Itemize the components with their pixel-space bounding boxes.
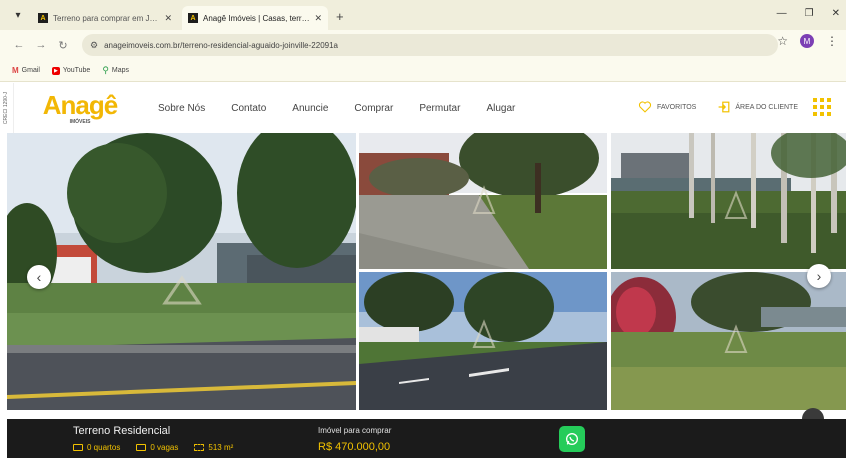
url-text: anageimoveis.com.br/terreno-residencial-…	[104, 40, 338, 50]
toolbar-actions: ☆ M ⋮	[777, 34, 838, 48]
maximize-icon[interactable]: ❐	[805, 8, 814, 19]
anage-favicon-icon: A	[188, 13, 198, 23]
apps-grid-icon[interactable]	[812, 97, 832, 117]
nav-item-alugar[interactable]: Alugar	[486, 103, 515, 114]
favorites-link[interactable]: FAVORITOS	[638, 101, 696, 113]
bookmark-label: YouTube	[62, 67, 91, 74]
bookmark-youtube[interactable]: ▶ YouTube	[51, 66, 91, 75]
login-icon	[718, 101, 730, 113]
bookmark-label: Gmail	[21, 67, 40, 74]
car-icon	[136, 444, 147, 451]
site-header: CRECI 1290-J Anagê IMÓVEIS Sobre Nós Con…	[0, 83, 846, 133]
reload-icon[interactable]: ↻	[54, 39, 72, 52]
bookmark-maps[interactable]: ⚲ Maps	[102, 65, 129, 76]
gallery-photo-main[interactable]	[7, 133, 356, 410]
bookmark-star-icon[interactable]: ☆	[777, 34, 788, 48]
whatsapp-button[interactable]	[559, 426, 585, 452]
tab-strip: ▾ A Terreno para comprar em Joinv... ✕ A…	[0, 0, 846, 30]
nav-item-permutar[interactable]: Permutar	[419, 103, 460, 114]
bookmark-label: Maps	[111, 67, 130, 74]
tab-title: Terreno para comprar em Joinv...	[53, 13, 161, 23]
site-info-icon[interactable]: ⚙	[90, 40, 98, 51]
price-value: R$ 470.000,00	[318, 441, 391, 453]
listing-title: Terreno Residencial	[73, 425, 171, 437]
lot-photo	[611, 133, 846, 269]
listing-features: 0 quartos 0 vagas 513 m²	[73, 443, 233, 452]
new-tab-icon[interactable]: +	[336, 9, 344, 24]
photo-gallery: ‹ ›	[7, 133, 846, 410]
gallery-photo-5[interactable]	[611, 272, 846, 410]
address-bar[interactable]: ⚙ anageimoveis.com.br/terreno-residencia…	[82, 34, 778, 56]
maps-icon: ⚲	[102, 65, 109, 75]
gallery-photo-2[interactable]	[359, 133, 607, 269]
back-icon[interactable]: ←	[10, 39, 28, 51]
gallery-photo-4[interactable]	[359, 272, 607, 410]
creci-label: CRECI 1290-J	[3, 91, 10, 125]
chevron-left-icon: ‹	[36, 269, 42, 285]
gallery-next-button[interactable]: ›	[807, 264, 831, 288]
bookmarks-bar: M Gmail ▶ YouTube ⚲ Maps	[0, 60, 846, 82]
client-area-link[interactable]: ÁREA DO CLIENTE	[718, 101, 798, 113]
area-feature: 513 m²	[194, 443, 233, 452]
creci-tag: CRECI 1290-J	[0, 83, 14, 133]
favorites-label: FAVORITOS	[656, 103, 697, 111]
lot-photo	[359, 272, 607, 410]
chevron-right-icon: ›	[816, 268, 822, 284]
close-tab-icon[interactable]: ✕	[164, 13, 172, 24]
anage-logo[interactable]: Anagê IMÓVEIS	[40, 92, 120, 125]
lot-photo	[7, 133, 356, 410]
menu-icon[interactable]: ⋮	[826, 34, 838, 48]
bedrooms-feature: 0 quartos	[73, 443, 120, 452]
browser-toolbar: ← → ↻ ⚙ anageimoveis.com.br/terreno-resi…	[0, 30, 846, 60]
nav-item-sobre-nos[interactable]: Sobre Nós	[158, 103, 205, 114]
parking-value: 0 vagas	[150, 443, 179, 452]
browser-tab[interactable]: A Terreno para comprar em Joinv... ✕	[32, 6, 178, 30]
bed-icon	[73, 444, 83, 451]
area-icon	[194, 444, 205, 451]
browser-window: ▾ A Terreno para comprar em Joinv... ✕ A…	[0, 0, 846, 458]
bedrooms-value: 0 quartos	[87, 443, 121, 452]
whatsapp-icon	[566, 433, 578, 445]
tab-title: Anagê Imóveis | Casas, terrenos...	[203, 13, 311, 23]
header-actions: FAVORITOS ÁREA DO CLIENTE	[638, 97, 832, 117]
bookmark-gmail[interactable]: M Gmail	[12, 66, 40, 75]
close-tab-icon[interactable]: ✕	[314, 13, 322, 24]
heart-icon	[638, 101, 651, 113]
lot-photo	[359, 133, 607, 269]
anage-favicon-icon: A	[38, 13, 48, 23]
window-controls: — ❐ ✕	[777, 8, 840, 19]
browser-tab-active[interactable]: A Anagê Imóveis | Casas, terrenos... ✕	[182, 6, 328, 30]
main-nav: Sobre Nós Contato Anuncie Comprar Permut…	[158, 103, 515, 114]
gmail-icon: M	[12, 66, 19, 75]
nav-item-contato[interactable]: Contato	[231, 103, 266, 114]
nav-item-anuncie[interactable]: Anuncie	[292, 103, 328, 114]
listing-summary-bar: Terreno Residencial 0 quartos 0 vagas 51…	[7, 419, 846, 458]
logo-text: Anagê	[42, 89, 118, 120]
minimize-icon[interactable]: —	[777, 8, 787, 19]
gallery-photo-3[interactable]	[611, 133, 846, 269]
lot-photo	[611, 272, 846, 410]
close-window-icon[interactable]: ✕	[832, 8, 840, 19]
youtube-icon: ▶	[51, 66, 60, 75]
profile-avatar[interactable]: M	[800, 34, 814, 48]
nav-item-comprar[interactable]: Comprar	[354, 103, 393, 114]
area-value: 513 m²	[208, 443, 234, 452]
tab-search-icon[interactable]: ▾	[8, 4, 28, 26]
client-area-label: ÁREA DO CLIENTE	[735, 103, 798, 111]
parking-feature: 0 vagas	[136, 443, 178, 452]
gallery-prev-button[interactable]: ‹	[27, 265, 51, 289]
forward-icon[interactable]: →	[32, 39, 50, 51]
logo-subtext: IMÓVEIS	[69, 118, 91, 125]
price-label: Imóvel para comprar	[318, 426, 392, 435]
